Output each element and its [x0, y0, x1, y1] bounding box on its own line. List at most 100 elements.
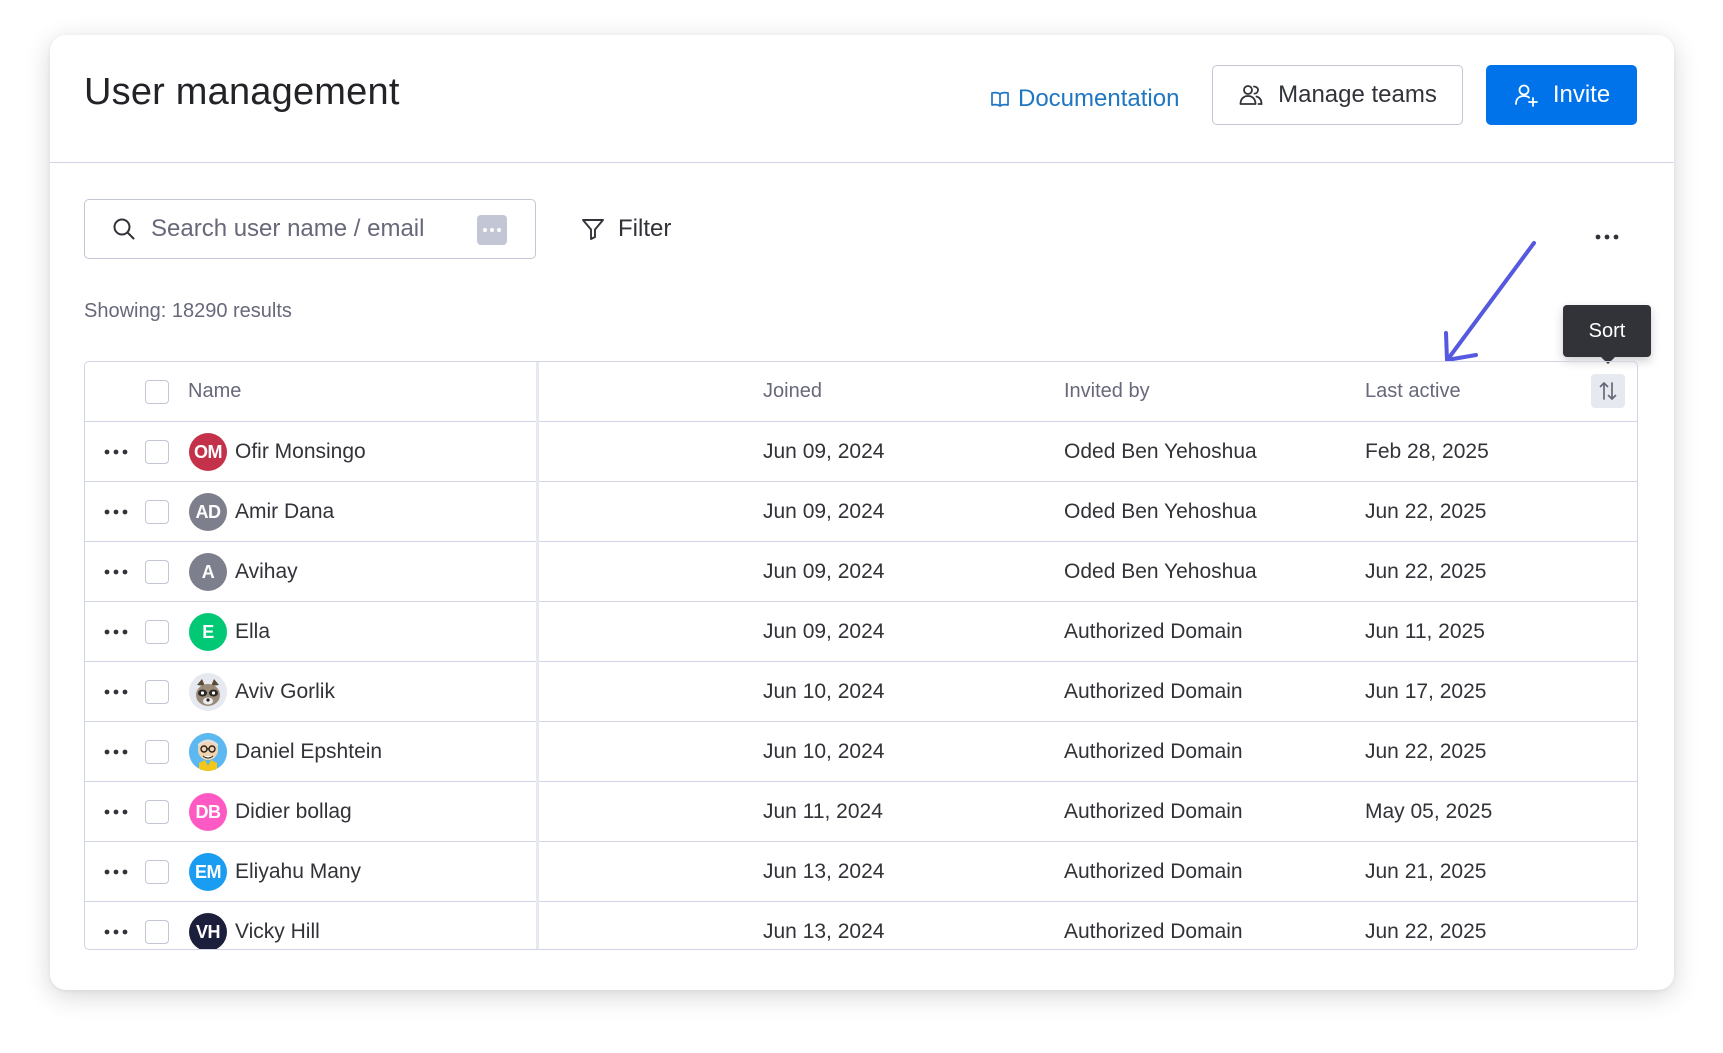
last-active-date: Jun 21, 2025 [1365, 859, 1487, 883]
sort-tooltip: Sort [1563, 305, 1651, 364]
avatar[interactable]: OM [189, 433, 227, 471]
book-icon [990, 89, 1010, 109]
raccoon-avatar-image[interactable] [189, 673, 227, 711]
invited-by: Authorized Domain [1064, 799, 1243, 823]
row-menu-icon[interactable] [99, 740, 133, 764]
avatar[interactable]: E [189, 613, 227, 651]
avatar[interactable]: EM [189, 853, 227, 891]
row-menu-icon[interactable] [99, 800, 133, 824]
users-table: Name Joined Invited by Last active OM Ofi… [84, 361, 1638, 950]
search-box [84, 199, 536, 259]
row-checkbox[interactable] [145, 440, 169, 464]
joined-date: Jun 09, 2024 [763, 559, 885, 583]
joined-date: Jun 09, 2024 [763, 499, 885, 523]
more-options-icon[interactable] [1590, 225, 1624, 249]
row-checkbox[interactable] [145, 740, 169, 764]
joined-date: Jun 10, 2024 [763, 739, 885, 763]
invited-by: Oded Ben Yehoshua [1064, 559, 1257, 583]
avatar[interactable]: AD [189, 493, 227, 531]
annotation-arrow-icon [1444, 241, 1536, 362]
avatar[interactable]: DB [189, 793, 227, 831]
row-checkbox[interactable] [145, 620, 169, 644]
invited-by: Authorized Domain [1064, 739, 1243, 763]
invited-by: Oded Ben Yehoshua [1064, 499, 1257, 523]
row-menu-icon[interactable] [99, 500, 133, 524]
column-header-invited-by[interactable]: Invited by [1064, 362, 1150, 421]
results-count: Showing: 18290 results [84, 300, 292, 322]
last-active-date: Jun 17, 2025 [1365, 679, 1487, 703]
user-name[interactable]: Aviv Gorlik [235, 662, 335, 721]
table-row[interactable]: A Avihay Jun 09, 2024 Oded Ben Yehoshua Jun … [85, 542, 1637, 602]
invited-by: Oded Ben Yehoshua [1064, 439, 1257, 463]
page-header: User management Documentation Manage tea… [50, 35, 1674, 163]
joined-date: Jun 09, 2024 [763, 439, 885, 463]
table-row[interactable]: Daniel Epshtein Jun 10, 2024 Authorized Do… [85, 722, 1637, 782]
filter-icon [580, 216, 606, 242]
team-icon [1238, 82, 1264, 108]
invited-by: Authorized Domain [1064, 619, 1243, 643]
last-active-date: Jun 11, 2025 [1365, 619, 1485, 643]
column-header-name[interactable]: Name [188, 362, 241, 421]
manage-teams-button[interactable]: Manage teams [1212, 65, 1463, 125]
row-menu-icon[interactable] [99, 680, 133, 704]
row-checkbox[interactable] [145, 920, 169, 944]
row-menu-icon[interactable] [99, 440, 133, 464]
manage-teams-label: Manage teams [1278, 81, 1437, 108]
column-header-last-active[interactable]: Last active [1365, 362, 1461, 421]
user-name[interactable]: Daniel Epshtein [235, 722, 382, 781]
filter-label: Filter [618, 215, 672, 242]
joined-date: Jun 13, 2024 [763, 919, 885, 943]
last-active-date: Feb 28, 2025 [1365, 439, 1489, 463]
row-menu-icon[interactable] [99, 860, 133, 884]
invite-label: Invite [1552, 81, 1611, 108]
user-name[interactable]: Ofir Monsingo [235, 422, 366, 481]
select-all-checkbox[interactable] [145, 380, 169, 404]
sticky-column-divider [536, 362, 539, 949]
table-header-row: Name Joined Invited by Last active [85, 362, 1637, 422]
column-header-joined[interactable]: Joined [763, 362, 822, 421]
joined-date: Jun 13, 2024 [763, 859, 885, 883]
row-menu-icon[interactable] [99, 560, 133, 584]
user-name[interactable]: Ella [235, 602, 270, 661]
user-name[interactable]: Amir Dana [235, 482, 334, 541]
table-row[interactable]: Aviv Gorlik Jun 10, 2024 Authorized Domain… [85, 662, 1637, 722]
user-name[interactable]: Vicky Hill [235, 902, 320, 949]
search-icon [111, 216, 137, 242]
user-name[interactable]: Eliyahu Many [235, 842, 361, 901]
table-row[interactable]: EM Eliyahu Many Jun 13, 2024 Authorized Dom… [85, 842, 1637, 902]
row-menu-icon[interactable] [99, 620, 133, 644]
user-management-card: User management Documentation Manage tea… [50, 35, 1674, 990]
search-options-icon[interactable] [477, 215, 507, 245]
table-row[interactable]: AD Amir Dana Jun 09, 2024 Oded Ben Yehoshua… [85, 482, 1637, 542]
avatar[interactable]: VH [189, 913, 227, 949]
documentation-label: Documentation [1018, 85, 1180, 112]
invited-by: Authorized Domain [1064, 679, 1243, 703]
table-row[interactable]: DB Didier bollag Jun 11, 2024 Authorized Do… [85, 782, 1637, 842]
documentation-link[interactable]: Documentation [990, 79, 1179, 119]
sort-icon[interactable] [1591, 374, 1625, 408]
add-user-icon [1513, 82, 1539, 108]
row-checkbox[interactable] [145, 860, 169, 884]
avatar[interactable]: A [189, 553, 227, 591]
last-active-date: Jun 22, 2025 [1365, 739, 1487, 763]
row-checkbox[interactable] [145, 500, 169, 524]
user-name[interactable]: Avihay [235, 542, 298, 601]
cartoon-avatar-image[interactable] [189, 733, 227, 771]
joined-date: Jun 09, 2024 [763, 619, 885, 643]
page-title: User management [84, 71, 400, 113]
row-menu-icon[interactable] [99, 920, 133, 944]
table-row[interactable]: VH Vicky Hill Jun 13, 2024 Authorized Domai… [85, 902, 1637, 949]
table-row[interactable]: E Ella Jun 09, 2024 Authorized Domain Jun 11… [85, 602, 1637, 662]
invite-button[interactable]: Invite [1486, 65, 1637, 125]
last-active-date: May 05, 2025 [1365, 799, 1493, 823]
user-name[interactable]: Didier bollag [235, 782, 352, 841]
filter-button[interactable]: Filter [580, 205, 671, 253]
joined-date: Jun 11, 2024 [763, 799, 883, 823]
table-row[interactable]: OM Ofir Monsingo Jun 09, 2024 Oded Ben Yeho… [85, 422, 1637, 482]
joined-date: Jun 10, 2024 [763, 679, 885, 703]
row-checkbox[interactable] [145, 680, 169, 704]
row-checkbox[interactable] [145, 800, 169, 824]
row-checkbox[interactable] [145, 560, 169, 584]
last-active-date: Jun 22, 2025 [1365, 499, 1487, 523]
search-input[interactable] [149, 214, 473, 244]
